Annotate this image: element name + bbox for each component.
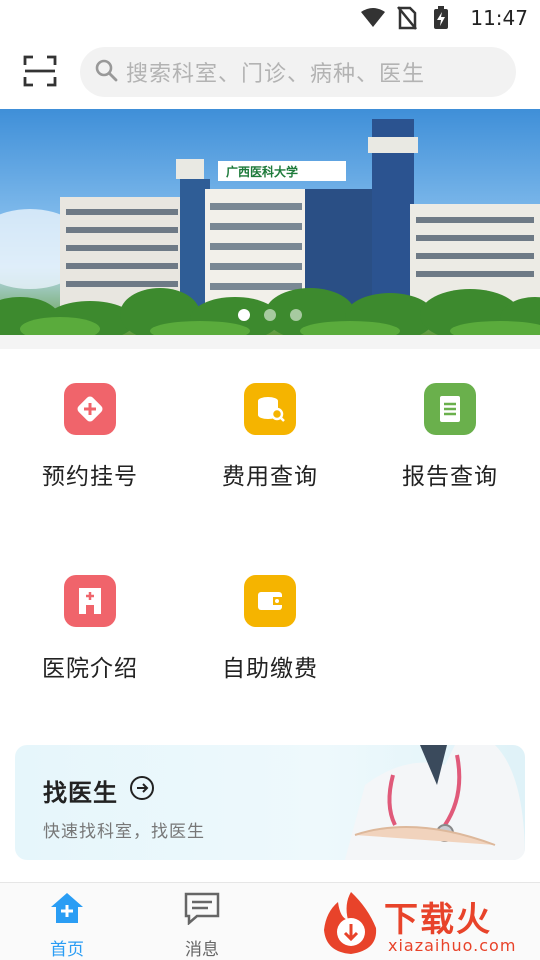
carousel-indicator xyxy=(0,309,540,321)
appointment-icon xyxy=(64,383,116,435)
section-divider xyxy=(0,335,540,349)
nav-item-home[interactable]: 首页 xyxy=(17,891,117,960)
self-payment-icon xyxy=(244,575,296,627)
find-doctor-subtitle: 快速找科室，找医生 xyxy=(43,822,205,842)
wifi-icon xyxy=(360,5,386,31)
grid-item-report-query[interactable]: 报告查询 xyxy=(360,349,540,519)
nav-item-message[interactable]: 消息 xyxy=(152,891,252,960)
nav-label: 消息 xyxy=(185,940,219,960)
scan-icon xyxy=(23,55,57,91)
carousel-dot[interactable] xyxy=(238,309,250,321)
search-placeholder: 搜索科室、门诊、病种、医生 xyxy=(126,62,426,87)
flame-logo-icon xyxy=(324,892,377,954)
search-input[interactable]: 搜索科室、门诊、病种、医生 xyxy=(80,47,516,97)
hospital-building-image: 广西医科大学 xyxy=(0,119,540,335)
hospital-intro-icon xyxy=(64,575,116,627)
find-doctor-title: 找医生 xyxy=(43,779,118,807)
grid-label: 预约挂号 xyxy=(42,464,138,490)
doctor-illustration xyxy=(345,745,525,860)
no-sim-icon xyxy=(394,5,420,31)
arrow-right-circle-icon xyxy=(129,775,155,805)
home-icon xyxy=(49,891,85,929)
search-icon xyxy=(94,58,118,86)
grid-label: 医院介绍 xyxy=(42,656,138,682)
status-time: 11:47 xyxy=(470,6,528,30)
grid-label: 报告查询 xyxy=(402,464,498,490)
report-query-icon xyxy=(424,383,476,435)
scan-button[interactable] xyxy=(20,53,60,93)
grid-item-hospital-intro[interactable]: 医院介绍 xyxy=(0,541,180,711)
grid-item-self-payment[interactable]: 自助缴费 xyxy=(180,541,360,711)
find-doctor-card[interactable]: 找医生 快速找科室，找医生 xyxy=(15,745,525,860)
header: 搜索科室、门诊、病种、医生 xyxy=(0,40,540,106)
banner-carousel[interactable]: 广西医科大学 xyxy=(0,109,540,335)
watermark-logo: 下载火 xiazaihuo.com xyxy=(318,888,540,960)
nav-label: 首页 xyxy=(50,940,84,960)
carousel-dot[interactable] xyxy=(290,309,302,321)
grid-label: 费用查询 xyxy=(222,464,318,490)
watermark-text: 下载火 xyxy=(384,900,492,940)
grid-label: 自助缴费 xyxy=(222,656,318,682)
grid-item-fee-query[interactable]: 费用查询 xyxy=(180,349,360,519)
banner-sign-text: 广西医科大学 xyxy=(226,164,298,179)
watermark-url: xiazaihuo.com xyxy=(388,936,517,955)
fee-query-icon xyxy=(244,383,296,435)
carousel-dot[interactable] xyxy=(264,309,276,321)
grid-item-appointment[interactable]: 预约挂号 xyxy=(0,349,180,519)
message-icon xyxy=(183,891,221,929)
battery-charging-icon xyxy=(428,5,454,31)
status-bar: 11:47 xyxy=(0,0,540,36)
